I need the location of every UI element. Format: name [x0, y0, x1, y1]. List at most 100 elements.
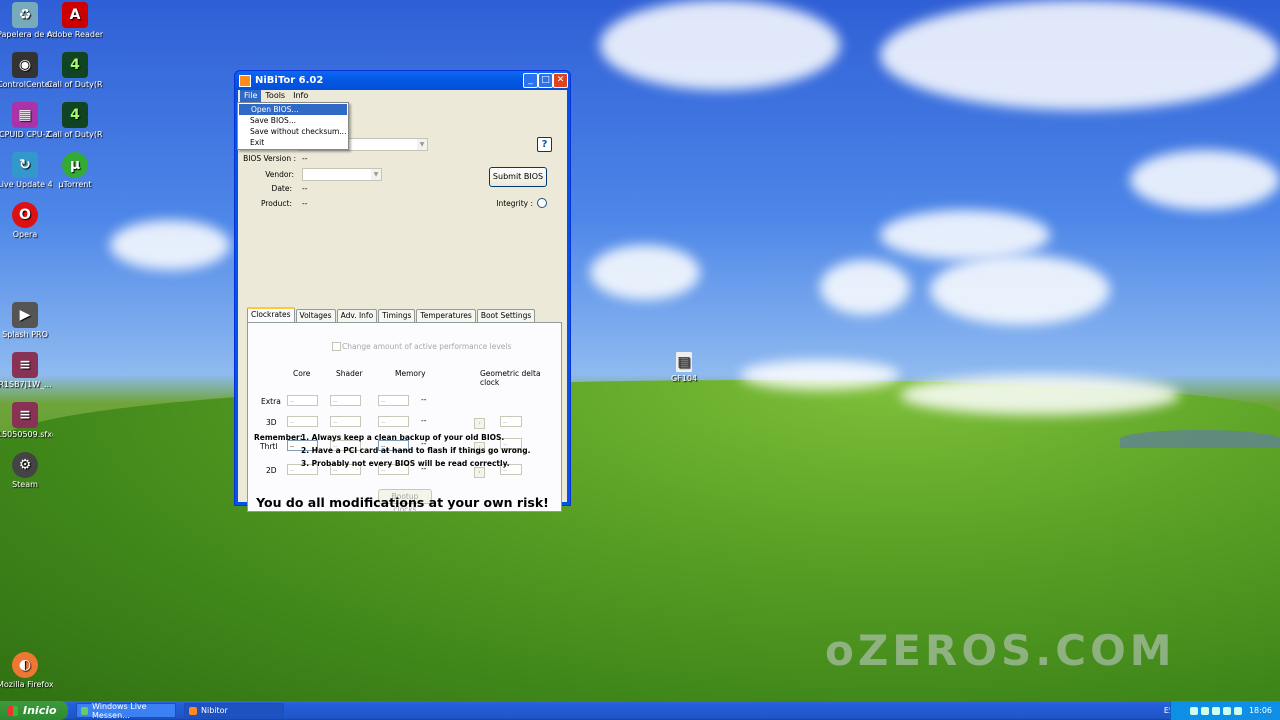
extra-memory-input[interactable]: -- — [378, 395, 409, 406]
menu-info[interactable]: Info — [289, 90, 312, 102]
tray-app-icon[interactable] — [1233, 706, 1242, 715]
header-core: Core — [293, 369, 311, 378]
help-button[interactable]: ? — [537, 137, 552, 152]
remember-note-2: 2. Have a PCI card at hand to flash if t… — [301, 446, 531, 455]
file-menu-dropdown: Open BIOS... Save BIOS... Save without c… — [237, 102, 349, 150]
submit-bios-button[interactable]: Submit BIOS — [489, 167, 547, 187]
desktop-cloud — [590, 245, 700, 300]
row-label-3d: 3D — [266, 418, 277, 427]
header-memory: Memory — [395, 369, 426, 378]
menu-item-save-bios[interactable]: Save BIOS... — [238, 115, 348, 126]
controlcenter-icon: ◉ — [12, 52, 38, 78]
tab-adv-info[interactable]: Adv. Info — [336, 309, 378, 322]
desktop-icon-cod4-mp[interactable]: 4 Call of Duty(R) 4 - Modern ... — [47, 102, 103, 139]
desktop-cloud — [600, 0, 840, 90]
tray-volume-icon[interactable] — [1200, 706, 1209, 715]
steam-icon: ⚙ — [12, 452, 38, 478]
tab-voltages[interactable]: Voltages — [295, 309, 336, 322]
risk-warning: You do all modifications at your own ris… — [256, 495, 549, 510]
remember-title: Remember: — [254, 433, 303, 442]
row-label-extra: Extra — [261, 397, 281, 406]
desktop-cloud — [880, 0, 1280, 110]
bios-version-label: BIOS Version : — [243, 154, 296, 163]
3d-apply-arrow-button[interactable]: › — [474, 418, 485, 429]
messenger-icon — [81, 706, 88, 715]
menu-item-exit[interactable]: Exit — [238, 137, 348, 148]
cod4-icon: 4 — [62, 52, 88, 78]
tab-temperatures[interactable]: Temperatures — [416, 309, 476, 322]
splash-pro-icon: ▶ — [12, 302, 38, 328]
tray-steam-icon[interactable] — [1222, 706, 1231, 715]
desktop-icon-opera[interactable]: O Opera — [0, 202, 53, 239]
3d-memory-input[interactable]: -- — [378, 416, 409, 427]
desktop-cloud — [930, 255, 1110, 325]
header-shader: Shader — [336, 369, 363, 378]
desktop-cloud — [740, 360, 900, 390]
recycle-bin-icon: ♻ — [12, 2, 38, 28]
taskbar-button-nibitor[interactable]: Nibitor — [184, 703, 284, 718]
desktop-icon-rar-2[interactable]: ≡ 15050509.sfxd — [0, 402, 53, 439]
desktop-icon-controlcenter[interactable]: ◉ ControlCenter — [0, 52, 53, 89]
desktop-icon-cpuz[interactable]: ▦ CPUID CPU-Z — [0, 102, 53, 139]
desktop-mountain — [1120, 430, 1280, 448]
header-geometric-delta: Geometric delta clock — [480, 369, 541, 387]
close-button[interactable]: ✕ — [553, 73, 568, 88]
extra-suffix: -- — [421, 395, 427, 404]
desktop-icon-utorrent[interactable]: µ µTorrent — [47, 152, 103, 189]
desktop-icon-live-update[interactable]: ↻ Live Update 4 — [0, 152, 53, 189]
desktop-icon-gf104[interactable]: ▤ GF104 — [656, 352, 712, 383]
menubar: File Tools Info — [238, 90, 567, 102]
menu-file[interactable]: File — [240, 90, 262, 102]
3d-suffix: -- — [421, 416, 427, 425]
maximize-button[interactable]: □ — [538, 73, 553, 88]
desktop-cloud — [820, 260, 910, 315]
desktop-icon-rar-1[interactable]: ≡ R1SB7J1W_... — [0, 352, 53, 389]
desktop-icon-adobe-reader[interactable]: A Adobe Reader X — [47, 2, 103, 39]
desktop-icon-splash-pro[interactable]: ▶ Splash PRO — [0, 302, 53, 339]
window-client: File Tools Info ▼ BIOS Version : -- Vend… — [238, 90, 567, 514]
minimize-button[interactable]: _ — [523, 73, 538, 88]
desktop-icon-firefox[interactable]: ◐ Mozilla Firefox — [0, 652, 53, 689]
tray-clock[interactable]: 18:06 — [1249, 706, 1272, 715]
vendor-combo[interactable]: ▼ — [302, 168, 382, 181]
desktop-icon-recycle-bin[interactable]: ♻ Papelera de reciclaje — [0, 2, 53, 39]
menu-tools[interactable]: Tools — [261, 90, 289, 102]
chevron-down-icon: ▼ — [417, 139, 427, 150]
chevron-down-icon: ▼ — [371, 169, 381, 180]
menu-item-save-without-checksum[interactable]: Save without checksum... — [238, 126, 348, 137]
winrar-icon: ≡ — [12, 402, 38, 428]
start-label: Inicio — [23, 704, 57, 717]
start-button[interactable]: Inicio — [0, 701, 68, 720]
tab-clockrates[interactable]: Clockrates — [247, 307, 295, 323]
file-icon: ▤ — [676, 352, 692, 372]
live-update-icon: ↻ — [12, 152, 38, 178]
date-value: -- — [302, 184, 308, 193]
3d-shader-input[interactable]: -- — [330, 416, 361, 427]
desktop-icon-cod4[interactable]: 4 Call of Duty(R) 4 - Modern ... — [47, 52, 103, 89]
taskbar-button-messenger[interactable]: Windows Live Messen... — [76, 702, 176, 720]
bios-version-value: -- — [302, 154, 308, 163]
change-levels-checkbox[interactable] — [332, 342, 341, 351]
3d-core-input[interactable]: -- — [287, 416, 318, 427]
change-levels-label: Change amount of active performance leve… — [342, 342, 512, 351]
watermark: oZEROS.COM — [825, 626, 1176, 675]
desktop-cloud — [110, 220, 230, 270]
window-titlebar[interactable]: NiBiTor 6.02 _ □ ✕ — [235, 71, 570, 90]
3d-delta-input[interactable]: -- — [500, 416, 522, 427]
tab-strip: Clockrates Voltages Adv. Info Timings Te… — [247, 307, 536, 323]
adobe-reader-icon: A — [62, 2, 88, 28]
extra-shader-input[interactable]: -- — [330, 395, 361, 406]
desktop-cloud — [880, 210, 1050, 260]
tab-boot-settings[interactable]: Boot Settings — [476, 309, 536, 322]
tray-messenger-icon[interactable] — [1211, 706, 1220, 715]
integrity-label: Integrity : — [496, 199, 533, 208]
tab-timings[interactable]: Timings — [378, 309, 416, 322]
desktop-cloud — [900, 375, 1180, 415]
tray-network-icon[interactable] — [1189, 706, 1198, 715]
vendor-label: Vendor: — [265, 170, 294, 179]
app-icon — [239, 74, 251, 87]
desktop-icon-steam[interactable]: ⚙ Steam — [0, 452, 53, 489]
2d-apply-arrow-button[interactable]: › — [474, 467, 485, 478]
menu-item-open-bios[interactable]: Open BIOS... — [239, 104, 347, 115]
extra-core-input[interactable]: -- — [287, 395, 318, 406]
